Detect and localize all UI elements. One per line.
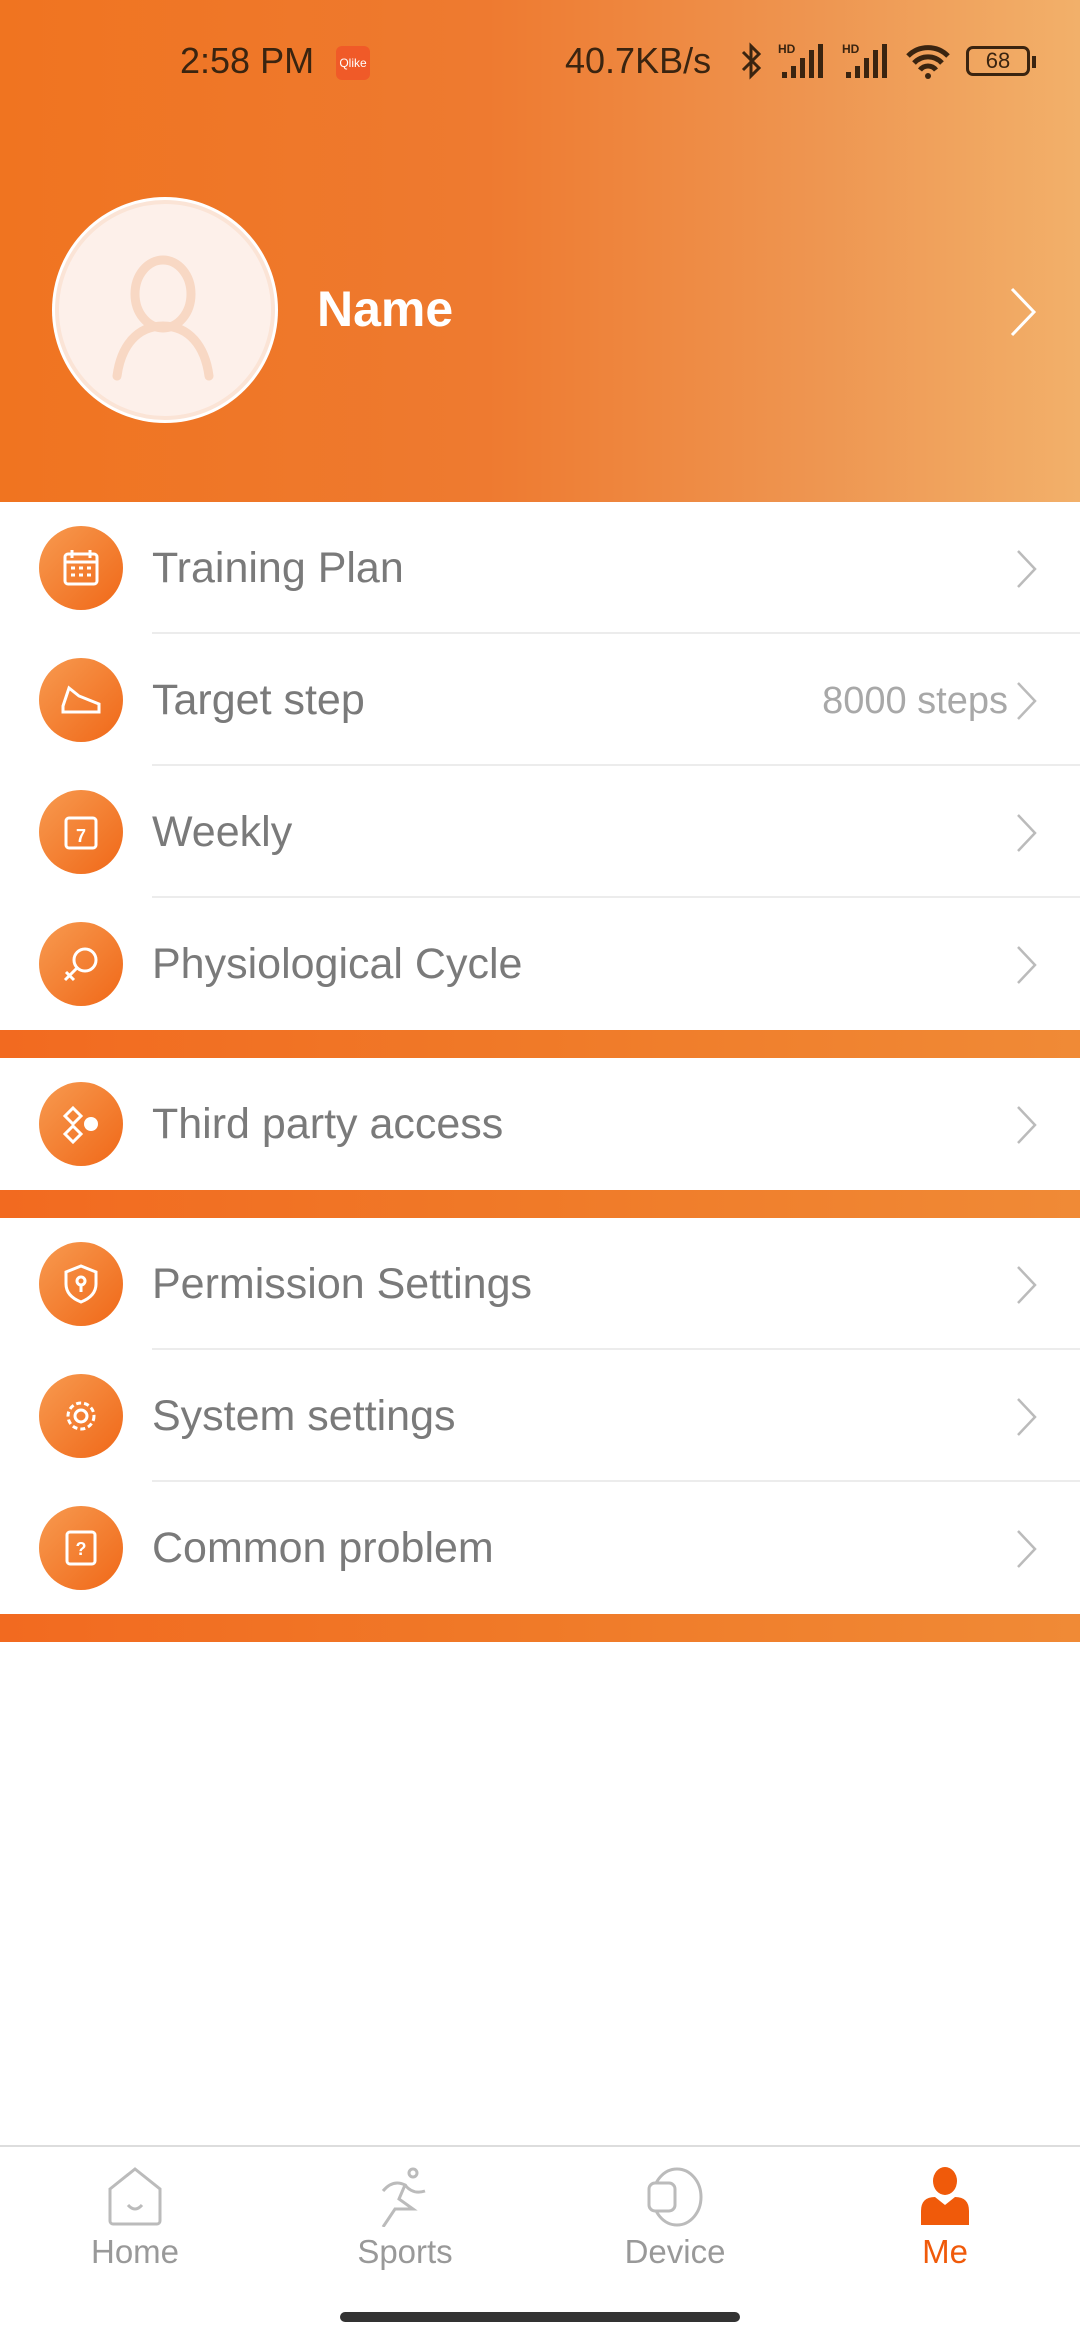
gear-icon — [39, 1374, 123, 1458]
tab-home[interactable]: Home — [0, 2167, 270, 2287]
user-icon — [921, 2167, 969, 2225]
chevron-right-icon — [1017, 1398, 1037, 1436]
menu-item-label: Common problem — [152, 1524, 494, 1572]
battery-level: 68 — [985, 48, 1011, 73]
chevron-right-icon — [1017, 1530, 1037, 1568]
menu-item-label: Target step — [152, 676, 365, 724]
menu-item-permission-settings[interactable]: Permission Settings — [0, 1218, 1080, 1350]
network-speed: 40.7KB/s — [565, 40, 712, 81]
chevron-right-icon — [1017, 682, 1037, 720]
menu-item-value: 8000 steps — [822, 680, 1008, 722]
chevron-right-icon — [1017, 1106, 1037, 1144]
app-notification-icon: Qlike — [336, 46, 370, 80]
profile-name[interactable]: Name — [317, 280, 453, 338]
section-divider — [0, 1190, 1080, 1218]
chevron-right-icon[interactable] — [1008, 285, 1038, 339]
profile-header[interactable]: 2:58 PM Qlike 40.7KB/s HD HD 68 Name — [0, 0, 1080, 502]
watch-icon — [647, 2167, 703, 2227]
bluetooth-icon — [741, 42, 762, 80]
running-icon — [381, 2167, 426, 2227]
menu-item-label: Third party access — [152, 1100, 504, 1148]
tab-me[interactable]: Me — [810, 2167, 1080, 2287]
menu-item-label: Permission Settings — [152, 1260, 532, 1308]
chevron-right-icon — [1017, 814, 1037, 852]
tab-label: Home — [90, 2233, 180, 2270]
shield-icon — [39, 1242, 123, 1326]
tab-sports[interactable]: Sports — [270, 2167, 540, 2287]
section-divider — [0, 1030, 1080, 1058]
menu-item-label: System settings — [152, 1392, 456, 1440]
tab-label: Sports — [357, 2233, 453, 2270]
status-time: 2:58 PM — [180, 40, 315, 81]
weekly-calendar-icon: 7 — [39, 790, 123, 874]
chevron-right-icon — [1017, 1266, 1037, 1304]
menu-item-label: Weekly — [152, 808, 293, 856]
menu-item-weekly[interactable]: 7 Weekly — [0, 766, 1080, 898]
tab-label: Me — [922, 2233, 968, 2270]
avatar[interactable] — [55, 200, 275, 420]
signal-hd-icon: HD — [842, 42, 887, 78]
svg-text:7: 7 — [76, 826, 86, 846]
user-icon — [112, 255, 214, 381]
menu-item-label: Training Plan — [152, 544, 404, 592]
wifi-icon — [906, 45, 950, 79]
chevron-right-icon — [1017, 550, 1037, 588]
home-indicator[interactable] — [340, 2312, 740, 2322]
menu-item-physiological-cycle[interactable]: Physiological Cycle — [0, 898, 1080, 1030]
bottom-tab-bar: Home Sports Device Me — [0, 2145, 1080, 2340]
calendar-icon — [39, 526, 123, 610]
chevron-right-icon — [1017, 946, 1037, 984]
status-bar: 2:58 PM Qlike 40.7KB/s HD HD 68 — [0, 38, 1080, 88]
menu-item-common-problem[interactable]: ? Common problem — [0, 1482, 1080, 1614]
menu-item-system-settings[interactable]: System settings — [0, 1350, 1080, 1482]
menu-item-third-party-access[interactable]: Third party access — [0, 1058, 1080, 1190]
svg-text:HD: HD — [842, 42, 860, 56]
svg-text:?: ? — [76, 1539, 87, 1559]
home-icon — [108, 2167, 162, 2226]
menu-item-target-step[interactable]: Target step 8000 steps — [0, 634, 1080, 766]
battery-icon: 68 — [966, 46, 1036, 76]
shoe-icon — [39, 658, 123, 742]
connect-icon — [39, 1082, 123, 1166]
menu-item-training-plan[interactable]: Training Plan — [0, 502, 1080, 634]
tab-device[interactable]: Device — [540, 2167, 810, 2287]
section-divider — [0, 1614, 1080, 1642]
svg-text:HD: HD — [778, 42, 796, 56]
menu-item-label: Physiological Cycle — [152, 940, 523, 988]
question-icon: ? — [39, 1506, 123, 1590]
signal-hd-icon: HD — [778, 42, 823, 78]
tab-label: Device — [624, 2233, 726, 2270]
female-icon — [39, 922, 123, 1006]
